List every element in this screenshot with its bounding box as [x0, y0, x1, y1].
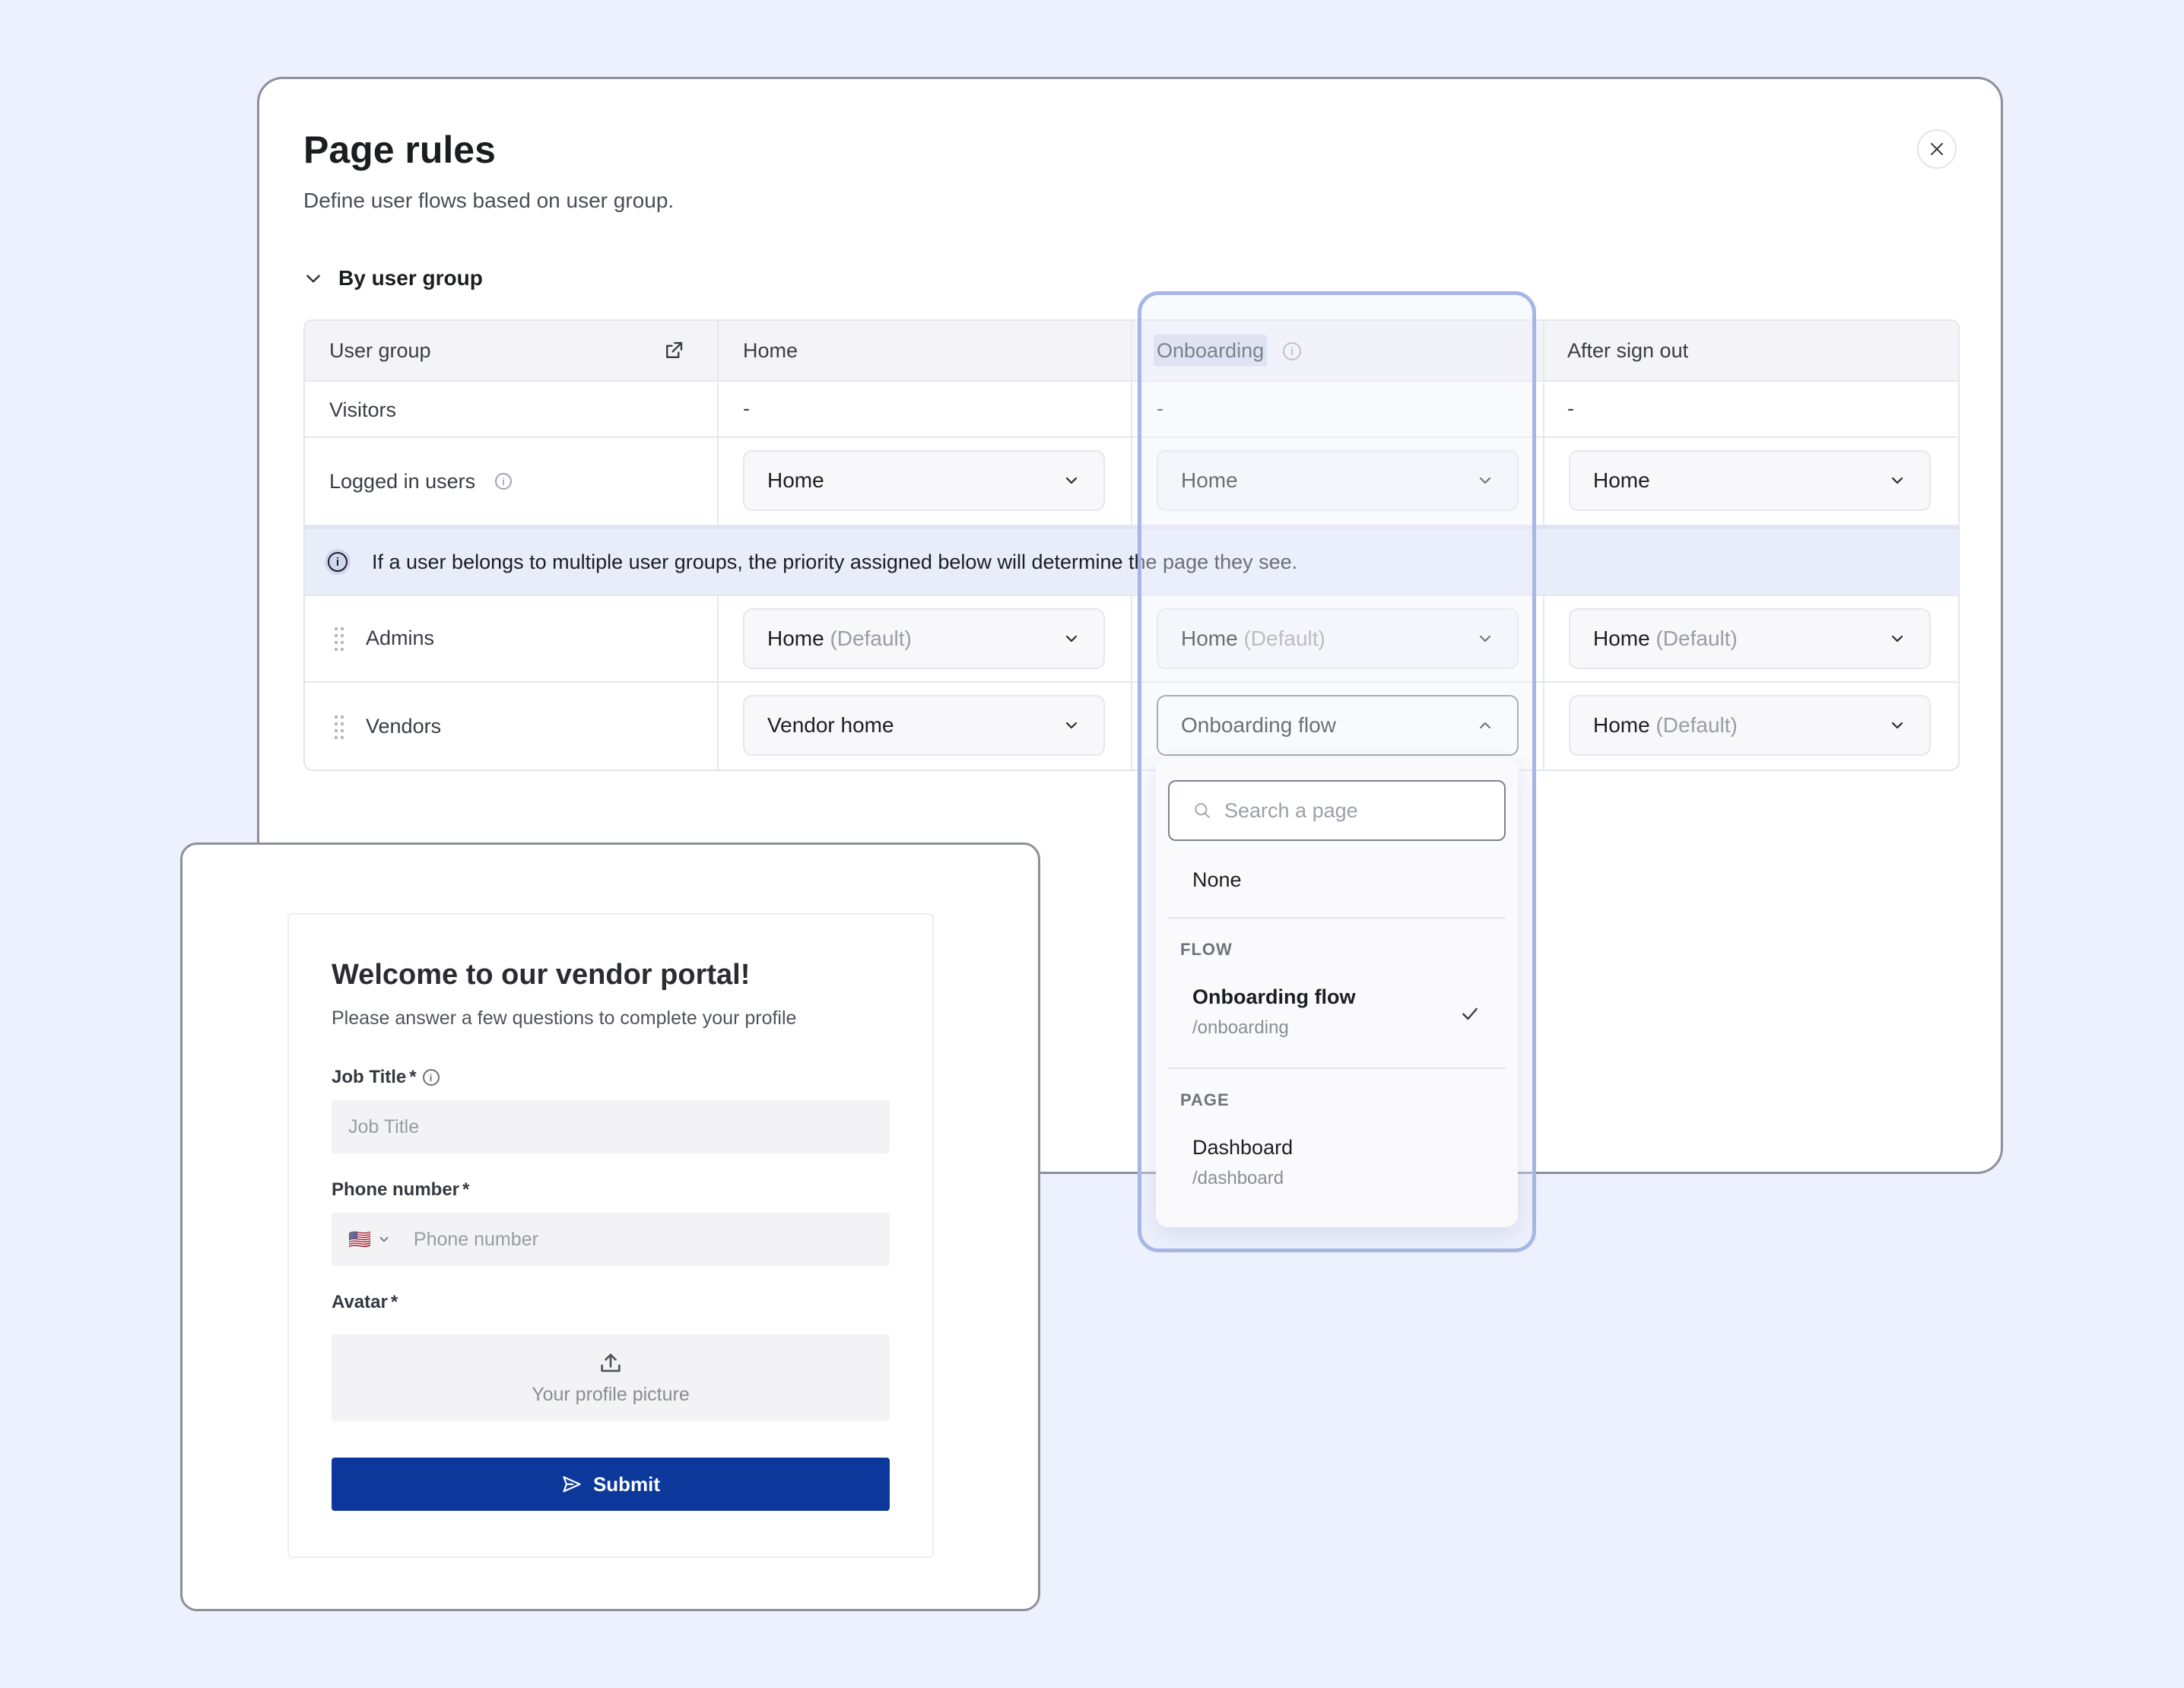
phone-field[interactable]: 🇺🇸	[332, 1213, 890, 1266]
dropdown-group-page: PAGE	[1180, 1090, 1230, 1109]
priority-info-banner: i If a user belongs to multiple user gro…	[305, 526, 1958, 596]
form-title: Welcome to our vendor portal!	[332, 959, 751, 991]
rules-table: User group Home Onboarding i After sign …	[303, 319, 1960, 771]
row-label-vendors: Vendors	[366, 715, 442, 738]
header-user-group: User group	[329, 339, 431, 362]
search-icon	[1195, 803, 1210, 818]
job-title-field[interactable]	[332, 1100, 890, 1153]
column-divider	[1543, 321, 1544, 526]
chevron-down-icon	[379, 1236, 389, 1242]
chevron-down-icon	[1065, 635, 1078, 643]
row-label-admins: Admins	[366, 627, 435, 649]
option-title: Dashboard	[1192, 1136, 1294, 1159]
avatar-upload[interactable]: Your profile picture	[332, 1334, 890, 1421]
modal-subtitle: Define user flows based on user group.	[303, 189, 675, 212]
upload-icon	[601, 1353, 621, 1372]
chevron-down-icon	[1891, 635, 1903, 643]
logged-in-home-select[interactable]: Home	[743, 450, 1105, 511]
send-icon	[563, 1476, 581, 1493]
chevron-down-icon	[1065, 477, 1078, 484]
chevron-down-icon	[1891, 477, 1903, 484]
column-divider	[1131, 596, 1132, 769]
select-value: Home (Default)	[1593, 627, 1738, 650]
select-value: Home (Default)	[1593, 713, 1738, 737]
dropdown-option-onboarding-flow[interactable]: Onboarding flow /onboarding	[1168, 978, 1506, 1054]
onboarding-page-dropdown: None FLOW Onboarding flow /onboarding PA…	[1156, 757, 1518, 1227]
dropdown-option-none[interactable]: None	[1192, 868, 1242, 892]
chevron-down-icon	[306, 274, 320, 283]
phone-input[interactable]	[413, 1228, 890, 1251]
dropdown-option-dashboard[interactable]: Dashboard /dashboard	[1168, 1128, 1506, 1204]
chevron-down-icon	[1891, 722, 1903, 729]
option-title: Onboarding flow	[1192, 985, 1356, 1008]
job-title-input[interactable]	[348, 1115, 890, 1138]
avatar-label: Avatar *	[332, 1292, 398, 1312]
divider	[1168, 1068, 1506, 1069]
info-icon[interactable]: i	[495, 473, 512, 490]
drag-handle-icon[interactable]	[334, 715, 344, 741]
row-label-logged-in-users: Logged in users	[329, 470, 476, 493]
close-icon	[1931, 143, 1943, 155]
info-icon[interactable]: i	[422, 1069, 440, 1086]
form-subtitle: Please answer a few questions to complet…	[332, 1007, 797, 1029]
info-icon: i	[325, 549, 351, 575]
divider	[1168, 917, 1506, 919]
vendor-portal-preview: Welcome to our vendor portal! Please ans…	[180, 842, 1040, 1611]
drag-handle-icon[interactable]	[334, 627, 344, 652]
vendors-home-select[interactable]: Vendor home	[743, 695, 1105, 756]
option-path: /dashboard	[1192, 1168, 1284, 1188]
column-divider	[717, 321, 719, 526]
avatar-placeholder: Your profile picture	[532, 1383, 690, 1405]
logged-in-after-sign-out-select[interactable]: Home	[1569, 450, 1931, 511]
dropdown-group-flow: FLOW	[1180, 940, 1233, 959]
search-input[interactable]	[1224, 798, 1483, 823]
external-link-icon[interactable]	[662, 339, 685, 362]
vendors-after-sign-out-select[interactable]: Home (Default)	[1569, 695, 1931, 756]
section-label: By user group	[338, 266, 483, 290]
visitors-after-sign-out-value: -	[1567, 397, 1574, 420]
select-value: Vendor home	[767, 713, 894, 737]
submit-button[interactable]: Submit	[332, 1458, 890, 1511]
chevron-down-icon	[1065, 722, 1078, 729]
option-path: /onboarding	[1192, 1017, 1289, 1038]
select-value: Home	[1593, 468, 1650, 492]
dropdown-search[interactable]	[1168, 780, 1506, 841]
submit-label: Submit	[592, 1472, 661, 1496]
column-divider	[1131, 321, 1132, 526]
header-home: Home	[743, 339, 798, 362]
admins-after-sign-out-select[interactable]: Home (Default)	[1569, 608, 1931, 669]
select-value: Home (Default)	[767, 627, 912, 650]
header-after-sign-out: After sign out	[1567, 339, 1689, 362]
phone-label: Phone number *	[332, 1179, 470, 1200]
select-value: Home	[767, 468, 824, 492]
column-divider	[1543, 596, 1544, 769]
vendor-form-card: Welcome to our vendor portal! Please ans…	[287, 913, 934, 1558]
country-code-select[interactable]: 🇺🇸	[348, 1229, 391, 1251]
visitors-home-value: -	[743, 397, 750, 420]
section-toggle-by-user-group[interactable]: By user group	[303, 266, 483, 290]
admins-home-select[interactable]: Home (Default)	[743, 608, 1105, 669]
close-button[interactable]	[1917, 129, 1957, 169]
row-label-visitors: Visitors	[329, 398, 397, 421]
checkmark-icon	[1462, 1007, 1478, 1020]
us-flag-icon: 🇺🇸	[348, 1229, 371, 1250]
column-divider	[717, 596, 719, 769]
job-title-label: Job Title * i	[332, 1067, 440, 1088]
modal-title: Page rules	[303, 129, 496, 171]
